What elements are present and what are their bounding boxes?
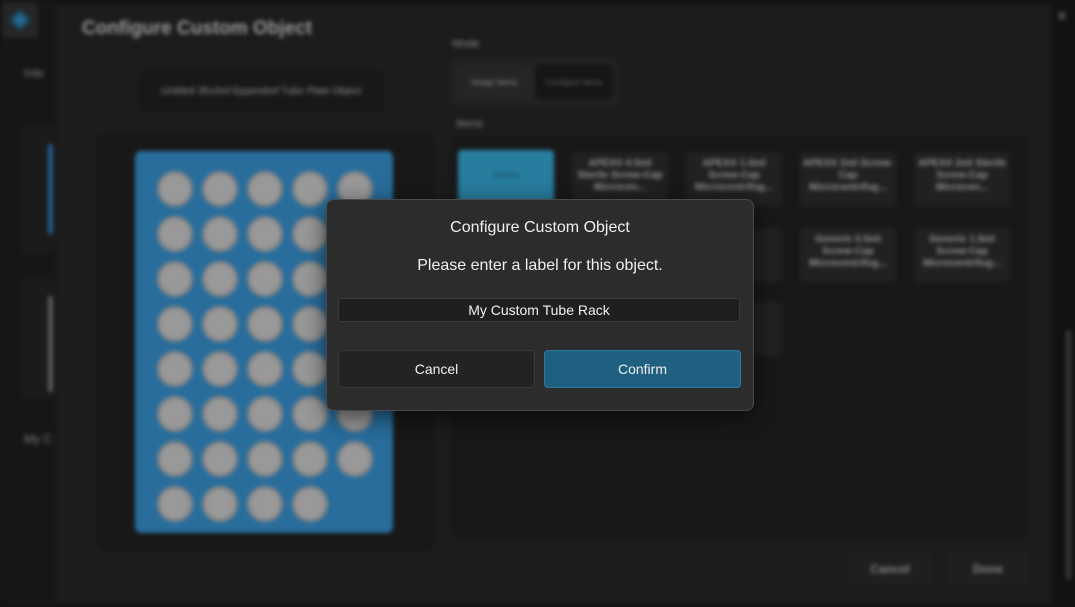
dialog-message: Please enter a label for this object. [417,257,663,274]
object-label-input[interactable] [338,298,740,322]
confirm-button[interactable]: Confirm [544,350,741,388]
dialog-title: Configure Custom Object [450,219,630,236]
label-dialog: Configure Custom Object Please enter a l… [326,199,754,411]
cancel-button[interactable]: Cancel [338,350,535,388]
